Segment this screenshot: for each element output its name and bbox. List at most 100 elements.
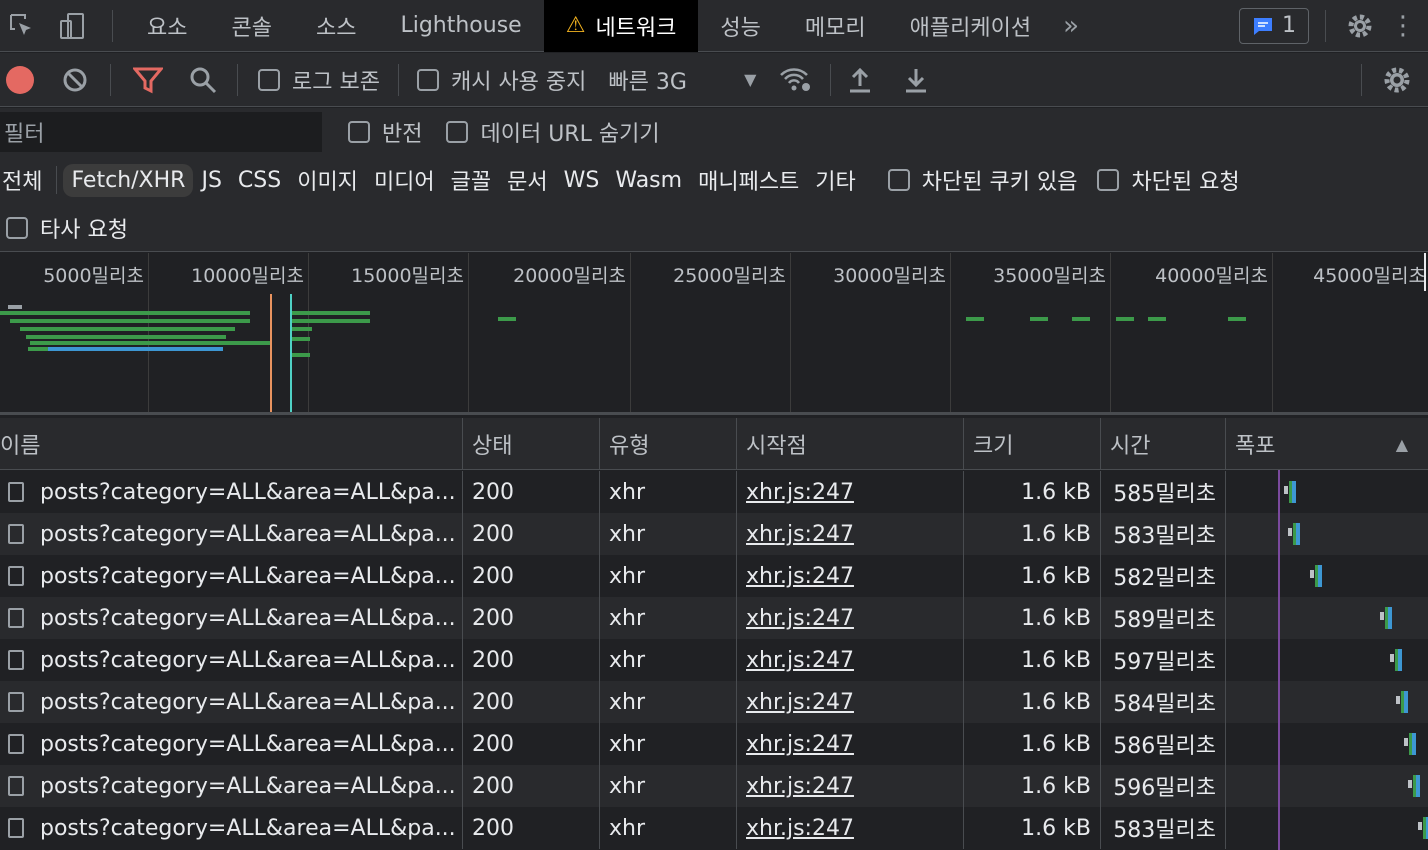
tab-application[interactable]: 애플리케이션 bbox=[888, 0, 1053, 52]
xhr-file-icon bbox=[8, 776, 24, 796]
overview-tick-label: 35000밀리초 bbox=[993, 265, 1106, 287]
column-header-waterfall[interactable]: 폭포 ▲ bbox=[1226, 418, 1428, 470]
preserve-log-checkbox[interactable] bbox=[258, 68, 280, 91]
type-filter-image[interactable]: 이미지 bbox=[289, 160, 366, 200]
export-har-icon[interactable] bbox=[903, 66, 929, 94]
hide-data-urls-checkbox[interactable] bbox=[446, 121, 469, 143]
type-filter-ws[interactable]: WS bbox=[556, 164, 608, 197]
initiator-link[interactable]: xhr.js:247 bbox=[746, 480, 854, 505]
overview-request-bar bbox=[26, 335, 226, 339]
initiator-link[interactable]: xhr.js:247 bbox=[746, 816, 854, 841]
initiator-link[interactable]: xhr.js:247 bbox=[746, 522, 854, 547]
blocked-requests-checkbox[interactable] bbox=[1097, 169, 1120, 191]
device-toolbar-icon[interactable] bbox=[44, 0, 100, 52]
import-har-icon[interactable] bbox=[847, 66, 873, 94]
column-header-name[interactable]: 이름 bbox=[0, 418, 463, 470]
type-filter-all[interactable]: 전체 bbox=[0, 160, 50, 200]
clear-icon[interactable] bbox=[62, 67, 88, 93]
type-filter-fetch-xhr[interactable]: Fetch/XHR bbox=[63, 163, 194, 197]
issues-count: 1 bbox=[1282, 13, 1296, 38]
record-button[interactable] bbox=[6, 65, 34, 94]
network-settings-gear-icon[interactable] bbox=[1382, 65, 1412, 95]
column-header-type[interactable]: 유형 bbox=[600, 418, 737, 470]
inspect-element-icon[interactable] bbox=[0, 0, 44, 52]
type-filter-manifest[interactable]: 매니페스트 bbox=[690, 160, 807, 200]
tab-lighthouse[interactable]: Lighthouse bbox=[378, 0, 543, 52]
column-header-initiator[interactable]: 시작점 bbox=[737, 418, 964, 470]
table-row[interactable]: posts?category=ALL&area=ALL&pa... 200 xhr x… bbox=[0, 807, 1428, 849]
network-toolbar: 로그 보존 캐시 사용 중지 빠른 3G ▼ bbox=[0, 53, 1428, 107]
issues-button[interactable]: 1 bbox=[1239, 7, 1309, 44]
cell-status: 200 bbox=[463, 597, 600, 639]
table-row[interactable]: posts?category=ALL&area=ALL&pa... 200 xhr x… bbox=[0, 765, 1428, 807]
cell-name[interactable]: posts?category=ALL&area=ALL&pa... bbox=[0, 807, 463, 849]
network-overview[interactable]: 5000밀리초 10000밀리초 15000밀리초 20000밀리초 25000… bbox=[0, 253, 1428, 415]
settings-gear-icon[interactable] bbox=[1342, 12, 1378, 40]
waterfall-queue bbox=[1284, 486, 1288, 494]
initiator-link[interactable]: xhr.js:247 bbox=[746, 690, 854, 715]
initiator-link[interactable]: xhr.js:247 bbox=[746, 774, 854, 799]
tab-sources[interactable]: 소스 bbox=[294, 0, 378, 52]
third-party-checkbox[interactable] bbox=[6, 216, 28, 239]
type-filter-js[interactable]: JS bbox=[193, 164, 229, 197]
table-row[interactable]: posts?category=ALL&area=ALL&pa... 200 xhr x… bbox=[0, 639, 1428, 681]
cell-name[interactable]: posts?category=ALL&area=ALL&pa... bbox=[0, 597, 463, 639]
initiator-link[interactable]: xhr.js:247 bbox=[746, 564, 854, 589]
column-header-status[interactable]: 상태 bbox=[463, 418, 600, 470]
cell-initiator: xhr.js:247 bbox=[737, 471, 964, 513]
initiator-link[interactable]: xhr.js:247 bbox=[746, 606, 854, 631]
column-header-size[interactable]: 크기 bbox=[964, 418, 1101, 470]
cell-type: xhr bbox=[600, 681, 737, 723]
type-filter-font[interactable]: 글꼴 bbox=[443, 160, 499, 200]
more-options-icon[interactable]: ⋮ bbox=[1378, 11, 1428, 41]
type-filter-media[interactable]: 미디어 bbox=[366, 160, 443, 200]
table-row[interactable]: posts?category=ALL&area=ALL&pa... 200 xhr x… bbox=[0, 723, 1428, 765]
cell-name[interactable]: posts?category=ALL&area=ALL&pa... bbox=[0, 555, 463, 597]
filter-input[interactable]: 필터 bbox=[0, 112, 322, 152]
more-tabs-icon[interactable]: » bbox=[1053, 11, 1089, 41]
table-row[interactable]: posts?category=ALL&area=ALL&pa... 200 xhr x… bbox=[0, 681, 1428, 723]
initiator-link[interactable]: xhr.js:247 bbox=[746, 648, 854, 673]
type-filter-other[interactable]: 기타 bbox=[807, 160, 863, 200]
type-filter-wasm[interactable]: Wasm bbox=[607, 164, 690, 197]
cell-size: 1.6 kB bbox=[964, 681, 1101, 723]
tab-elements[interactable]: 요소 bbox=[125, 0, 209, 52]
cell-name[interactable]: posts?category=ALL&area=ALL&pa... bbox=[0, 471, 463, 513]
xhr-file-icon bbox=[8, 566, 24, 586]
search-icon[interactable] bbox=[189, 66, 217, 94]
overview-tick-label: 15000밀리초 bbox=[351, 265, 464, 287]
request-name: posts?category=ALL&area=ALL&pa... bbox=[40, 815, 456, 841]
table-row[interactable]: posts?category=ALL&area=ALL&pa... 200 xhr x… bbox=[0, 555, 1428, 597]
filter-bar: 필터 반전 데이터 URL 숨기기 bbox=[0, 108, 1428, 156]
type-filter-doc[interactable]: 문서 bbox=[499, 160, 555, 200]
cell-size: 1.6 kB bbox=[964, 807, 1101, 849]
initiator-link[interactable]: xhr.js:247 bbox=[746, 732, 854, 757]
overview-request-bar bbox=[290, 337, 310, 341]
cell-name[interactable]: posts?category=ALL&area=ALL&pa... bbox=[0, 639, 463, 681]
invert-checkbox[interactable] bbox=[348, 121, 370, 143]
tab-performance[interactable]: 성능 bbox=[698, 0, 782, 52]
throttling-select[interactable]: 빠른 3G ▼ bbox=[608, 64, 756, 96]
blocked-cookies-checkbox[interactable] bbox=[887, 169, 910, 191]
table-row[interactable]: posts?category=ALL&area=ALL&pa... 200 xhr x… bbox=[0, 597, 1428, 639]
filter-icon[interactable] bbox=[133, 66, 163, 94]
disable-cache-checkbox[interactable] bbox=[416, 68, 439, 91]
cell-name[interactable]: posts?category=ALL&area=ALL&pa... bbox=[0, 765, 463, 807]
table-row[interactable]: posts?category=ALL&area=ALL&pa... 200 xhr x… bbox=[0, 513, 1428, 555]
cell-name[interactable]: posts?category=ALL&area=ALL&pa... bbox=[0, 513, 463, 555]
waterfall-bar bbox=[1380, 605, 1394, 629]
cell-name[interactable]: posts?category=ALL&area=ALL&pa... bbox=[0, 681, 463, 723]
blocked-cookies-label: 차단된 쿠키 있음 bbox=[921, 170, 1078, 195]
table-row[interactable]: posts?category=ALL&area=ALL&pa... 200 xhr x… bbox=[0, 471, 1428, 513]
tab-memory[interactable]: 메모리 bbox=[783, 0, 888, 52]
cell-status: 200 bbox=[463, 513, 600, 555]
column-header-time[interactable]: 시간 bbox=[1101, 418, 1226, 470]
tab-console[interactable]: 콘솔 bbox=[209, 0, 293, 52]
overview-request-bar bbox=[290, 319, 370, 323]
type-filter-css[interactable]: CSS bbox=[230, 164, 289, 197]
xhr-file-icon bbox=[8, 734, 24, 754]
tab-network[interactable]: ⚠ 네트워크 bbox=[543, 0, 699, 52]
cell-name[interactable]: posts?category=ALL&area=ALL&pa... bbox=[0, 723, 463, 765]
request-name: posts?category=ALL&area=ALL&pa... bbox=[40, 479, 456, 505]
network-conditions-icon[interactable] bbox=[778, 66, 814, 94]
